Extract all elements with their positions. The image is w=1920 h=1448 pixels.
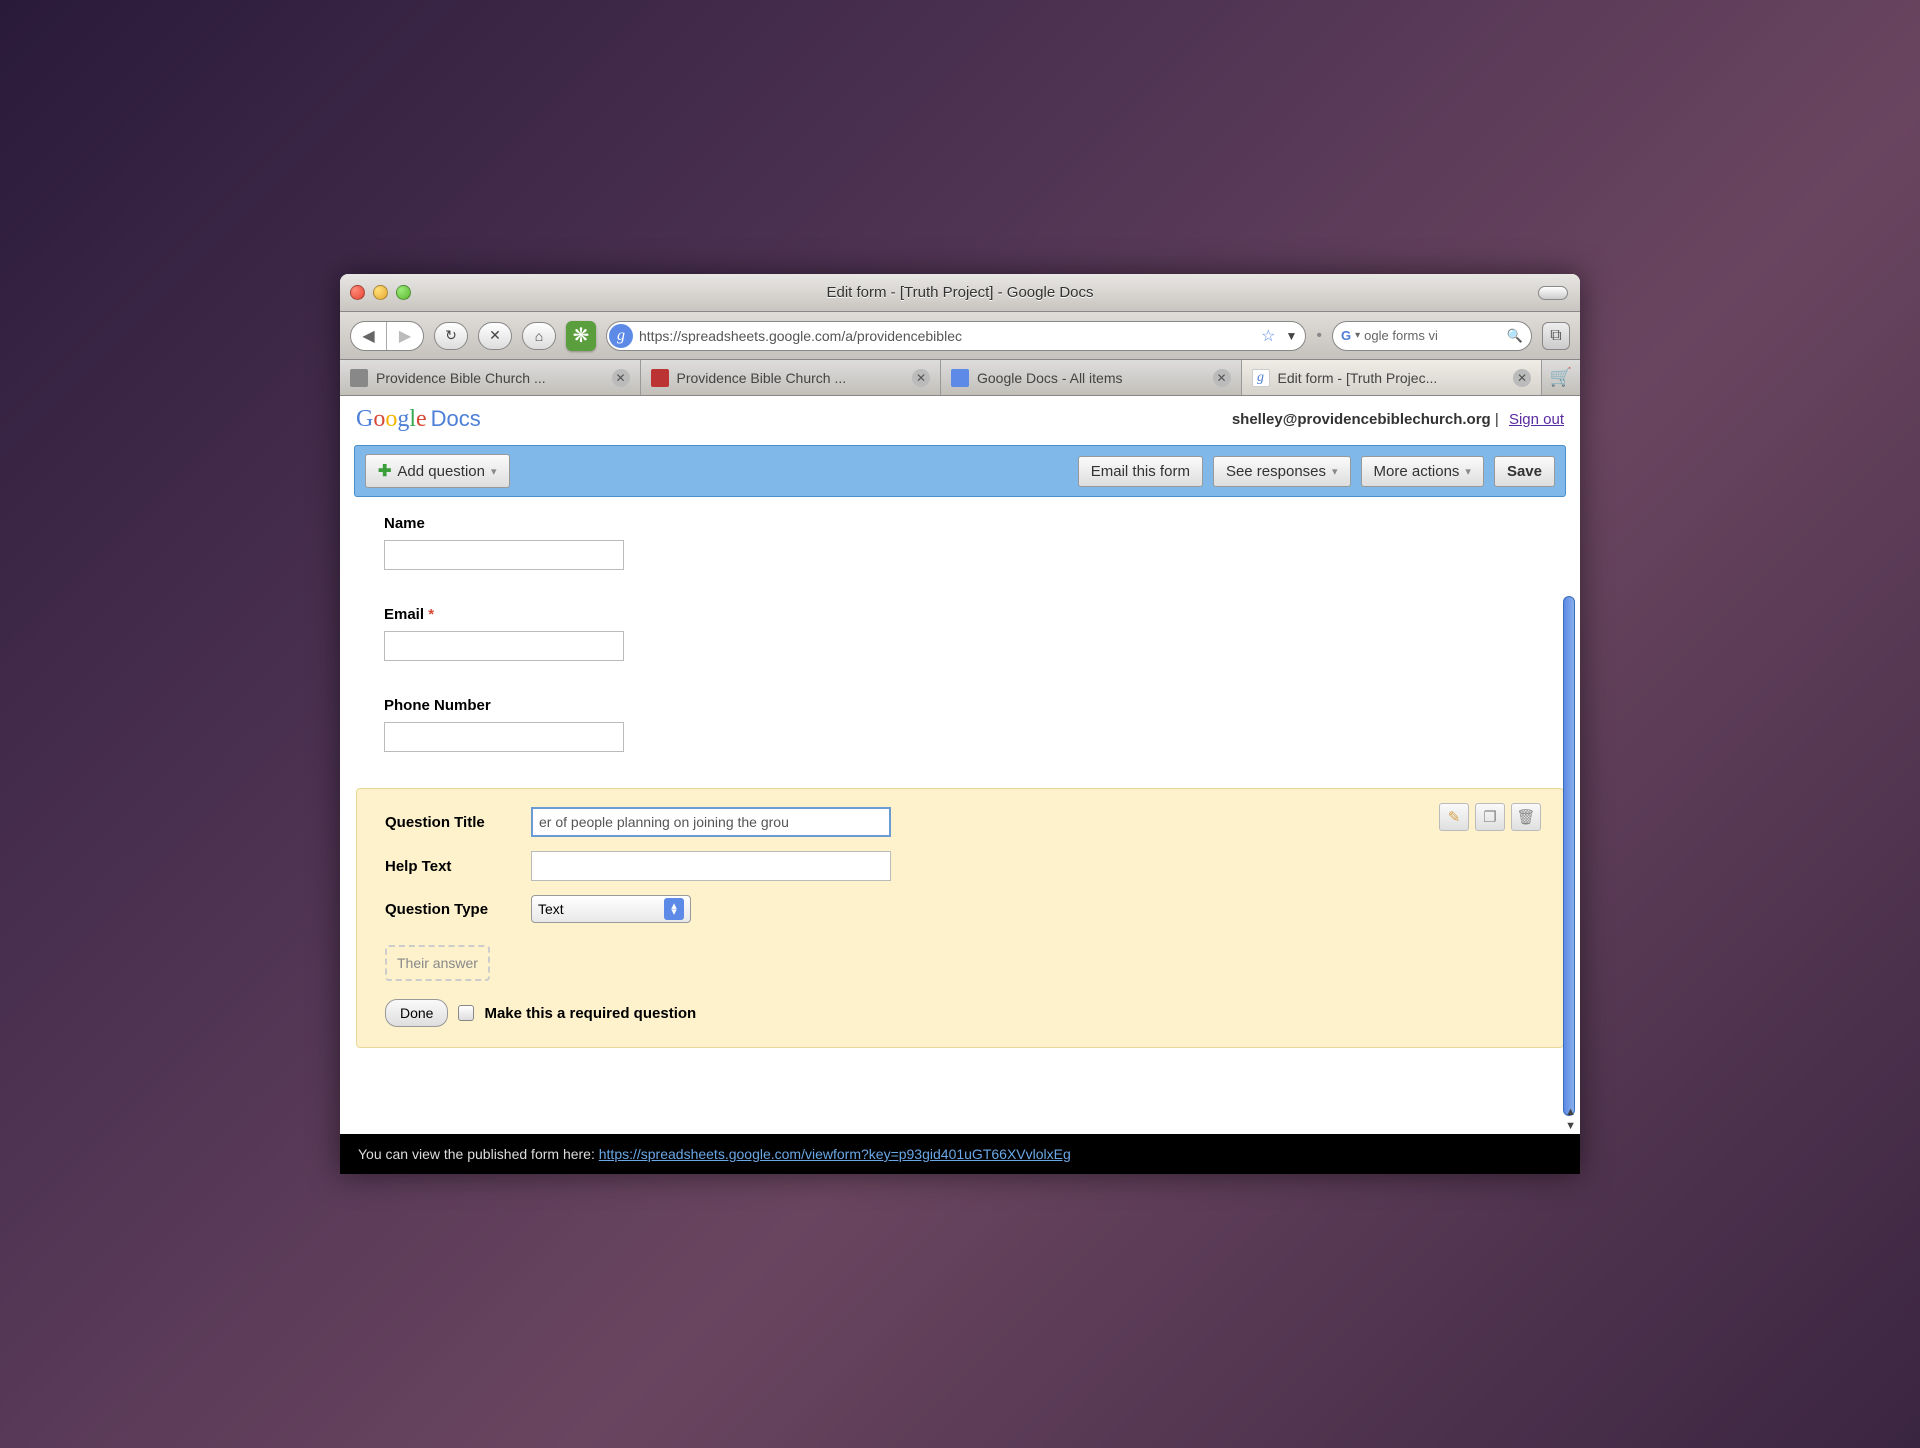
minimize-window-button[interactable] [373, 285, 388, 300]
traffic-lights [350, 285, 411, 300]
docs-header: GoogleDocs shelley@providencebiblechurch… [340, 396, 1580, 445]
tab-overview-button[interactable]: ⧉ [1542, 322, 1570, 350]
scroll-thumb[interactable] [1563, 596, 1575, 1116]
phone-input[interactable] [384, 722, 624, 752]
reload-button[interactable]: ↻ [434, 322, 468, 350]
scroll-up-arrow[interactable]: ▲ [1565, 1106, 1576, 1118]
url-text: https://spreadsheets.google.com/a/provid… [639, 328, 1255, 344]
question-label: Email * [384, 606, 1536, 623]
question-label: Phone Number [384, 697, 1536, 714]
page-content: GoogleDocs shelley@providencebiblechurch… [340, 396, 1580, 1174]
account-info: shelley@providencebiblechurch.org | Sign… [1232, 411, 1564, 428]
help-text-input[interactable] [531, 851, 891, 881]
account-email: shelley@providencebiblechurch.org [1232, 411, 1491, 428]
published-form-link[interactable]: https://spreadsheets.google.com/viewform… [599, 1146, 1071, 1162]
answer-placeholder: Their answer [385, 945, 490, 981]
tab-close-icon[interactable]: ✕ [912, 369, 930, 387]
question-type-select[interactable]: Text ▴▾ [531, 895, 691, 923]
question-title-label: Question Title [385, 814, 515, 831]
google-search-icon: G [1341, 328, 1351, 343]
site-identity-icon[interactable]: g [609, 324, 633, 348]
favicon-icon [651, 369, 669, 387]
tab-google-docs[interactable]: Google Docs - All items ✕ [941, 360, 1242, 395]
search-icon[interactable]: 🔍 [1507, 328, 1523, 344]
url-bar[interactable]: g https://spreadsheets.google.com/a/prov… [606, 321, 1306, 351]
bookmark-star-icon[interactable]: ☆ [1261, 326, 1275, 346]
required-asterisk: * [428, 606, 434, 623]
chevron-down-icon: ▾ [1332, 465, 1338, 478]
tab-close-icon[interactable]: ✕ [612, 369, 630, 387]
google-docs-logo[interactable]: GoogleDocs [356, 406, 481, 433]
back-button[interactable]: ◀ [351, 322, 387, 350]
more-actions-button[interactable]: More actions ▾ [1361, 456, 1484, 487]
question-editor: ✎ ❐ 🗑 Question Title Help Text Question … [356, 788, 1564, 1048]
evernote-icon[interactable]: ❋ [566, 321, 596, 351]
question-type-label: Question Type [385, 901, 515, 918]
required-checkbox[interactable] [458, 1005, 474, 1021]
url-dropdown-icon[interactable]: ▼ [1282, 329, 1302, 343]
tab-label: Google Docs - All items [977, 370, 1123, 386]
duplicate-icon[interactable]: ❐ [1475, 803, 1505, 831]
shopping-cart-icon[interactable]: 🛒 [1542, 360, 1580, 395]
sign-out-link[interactable]: Sign out [1509, 411, 1564, 428]
delete-icon[interactable]: 🗑 [1511, 803, 1541, 831]
tab-label: Providence Bible Church ... [677, 370, 847, 386]
tab-close-icon[interactable]: ✕ [1213, 369, 1231, 387]
zoom-window-button[interactable] [396, 285, 411, 300]
search-text: ogle forms vi [1364, 328, 1503, 343]
tab-label: Edit form - [Truth Projec... [1278, 370, 1438, 386]
see-responses-button[interactable]: See responses ▾ [1213, 456, 1351, 487]
required-label: Make this a required question [484, 1005, 696, 1022]
forward-button[interactable]: ▶ [387, 322, 423, 350]
chevron-down-icon: ▾ [1465, 465, 1471, 478]
toolbar-toggle-button[interactable] [1538, 286, 1568, 300]
question-email: Email * [384, 606, 1536, 661]
form-body: Name Email * Phone Number ✎ ❐ 🗑 Question… [340, 497, 1580, 1134]
publish-footer: You can view the published form here: ht… [340, 1134, 1580, 1174]
tab-bar: Providence Bible Church ... ✕ Providence… [340, 360, 1580, 396]
feed-separator: • [1316, 327, 1322, 345]
browser-toolbar: ◀ ▶ ↻ ✕ ⌂ ❋ g https://spreadsheets.googl… [340, 312, 1580, 360]
footer-text: You can view the published form here: [358, 1146, 599, 1162]
tab-edit-form[interactable]: g Edit form - [Truth Projec... ✕ [1242, 360, 1543, 395]
question-phone: Phone Number [384, 697, 1536, 752]
form-toolbar: ✚ Add question ▾ Email this form See res… [354, 445, 1566, 497]
home-button[interactable]: ⌂ [522, 322, 556, 350]
nav-buttons: ◀ ▶ [350, 321, 424, 351]
done-button[interactable]: Done [385, 999, 448, 1027]
edit-icon[interactable]: ✎ [1439, 803, 1469, 831]
favicon-icon: g [1252, 369, 1270, 387]
add-question-button[interactable]: ✚ Add question ▾ [365, 454, 510, 488]
favicon-icon [951, 369, 969, 387]
question-label: Name [384, 515, 1536, 532]
save-button[interactable]: Save [1494, 456, 1555, 487]
question-name: Name [384, 515, 1536, 570]
plus-icon: ✚ [378, 461, 391, 481]
question-title-input[interactable] [531, 807, 891, 837]
tab-providence-2[interactable]: Providence Bible Church ... ✕ [641, 360, 942, 395]
tab-label: Providence Bible Church ... [376, 370, 546, 386]
window-title: Edit form - [Truth Project] - Google Doc… [826, 284, 1093, 301]
titlebar: Edit form - [Truth Project] - Google Doc… [340, 274, 1580, 312]
chevron-down-icon: ▾ [491, 465, 497, 478]
search-dropdown-icon[interactable]: ▾ [1355, 330, 1360, 341]
search-bar[interactable]: G ▾ ogle forms vi 🔍 [1332, 321, 1532, 351]
email-input[interactable] [384, 631, 624, 661]
scroll-down-arrow[interactable]: ▼ [1565, 1120, 1576, 1132]
help-text-label: Help Text [385, 858, 515, 875]
tab-providence-1[interactable]: Providence Bible Church ... ✕ [340, 360, 641, 395]
stop-button[interactable]: ✕ [478, 322, 512, 350]
email-form-button[interactable]: Email this form [1078, 456, 1203, 487]
browser-window: Edit form - [Truth Project] - Google Doc… [340, 274, 1580, 1174]
select-value: Text [538, 901, 564, 917]
select-arrows-icon: ▴▾ [664, 898, 684, 920]
editor-actions: ✎ ❐ 🗑 [1439, 803, 1541, 831]
vertical-scrollbar[interactable]: ▼ ▲ [1560, 396, 1578, 1136]
close-window-button[interactable] [350, 285, 365, 300]
tab-close-icon[interactable]: ✕ [1513, 369, 1531, 387]
favicon-icon [350, 369, 368, 387]
name-input[interactable] [384, 540, 624, 570]
